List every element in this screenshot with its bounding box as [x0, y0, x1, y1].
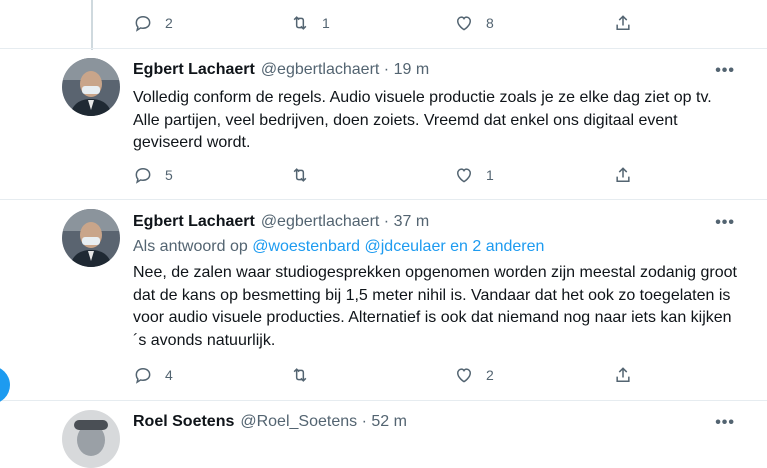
retweet-count: 1 — [322, 15, 330, 31]
heart-icon — [456, 168, 472, 183]
tweet-header: Egbert Lachaert @egbertlachaert · 37 m — [133, 213, 429, 231]
like-count: 1 — [486, 167, 494, 183]
retweet-icon — [293, 168, 307, 182]
more-icon: ••• — [715, 62, 735, 79]
avatar[interactable] — [62, 58, 120, 116]
share-button[interactable] — [613, 365, 633, 385]
others-link[interactable]: en 2 anderen — [450, 238, 544, 255]
reply-icon — [135, 15, 151, 32]
reply-count: 2 — [165, 15, 173, 31]
like-button[interactable]: 8 — [454, 13, 494, 33]
tweet-text: Volledig conform de regels. Audio visuel… — [133, 89, 712, 151]
share-button[interactable] — [613, 165, 633, 185]
tweet-header: Roel Soetens @Roel_Soetens · 52 m — [133, 413, 407, 431]
tweet-text: Nee, de zalen waar studiogesprekken opge… — [133, 264, 737, 349]
more-icon: ••• — [715, 414, 735, 431]
reply-button[interactable]: 5 — [133, 165, 173, 185]
like-count: 8 — [486, 15, 494, 31]
timestamp[interactable]: 37 m — [394, 213, 430, 230]
like-button[interactable]: 1 — [454, 165, 494, 185]
avatar-photo-icon — [62, 58, 120, 116]
handle-text: @egbertlachaert — [260, 213, 380, 230]
like-count: 2 — [486, 367, 494, 383]
avatar-photo-icon — [62, 410, 120, 468]
mention-link[interactable]: @jdceulaer — [365, 238, 446, 255]
divider — [0, 199, 767, 200]
heart-icon — [456, 16, 472, 31]
retweet-button[interactable] — [290, 165, 322, 185]
reply-icon — [135, 167, 151, 184]
avatar-photo-icon — [62, 209, 120, 267]
share-icon — [616, 15, 630, 30]
author-handle[interactable]: @Roel_Soetens · 52 m — [240, 413, 407, 431]
reply-prefix: Als antwoord op — [133, 238, 248, 255]
compose-button[interactable] — [0, 366, 10, 404]
retweet-button[interactable] — [290, 365, 322, 385]
author-handle[interactable]: @egbertlachaert · 19 m — [261, 61, 429, 79]
avatar[interactable] — [62, 410, 120, 468]
author-handle[interactable]: @egbertlachaert · 37 m — [261, 213, 429, 231]
separator: · — [361, 413, 367, 430]
handle-text: @egbertlachaert — [260, 61, 380, 78]
share-button[interactable] — [613, 13, 633, 33]
more-options-button[interactable]: ••• — [715, 414, 735, 432]
author-name[interactable]: Egbert Lachaert — [133, 213, 255, 231]
more-icon: ••• — [715, 214, 735, 231]
share-icon — [616, 367, 630, 382]
reply-button[interactable]: 2 — [133, 13, 173, 33]
mention-link[interactable]: @woestenbard — [252, 238, 360, 255]
timestamp[interactable]: 19 m — [394, 61, 430, 78]
retweet-icon — [293, 368, 307, 382]
reply-context: Als antwoord op @woestenbard @jdceulaer … — [133, 238, 544, 256]
reply-icon — [135, 367, 151, 384]
separator: · — [383, 213, 390, 230]
reply-count: 5 — [165, 167, 173, 183]
timestamp[interactable]: 52 m — [371, 413, 407, 430]
like-button[interactable]: 2 — [454, 365, 494, 385]
author-name[interactable]: Roel Soetens — [133, 413, 234, 431]
heart-icon — [456, 368, 472, 383]
author-name[interactable]: Egbert Lachaert — [133, 61, 255, 79]
retweet-button[interactable]: 1 — [290, 13, 330, 33]
tweet-header: Egbert Lachaert @egbertlachaert · 19 m — [133, 61, 429, 79]
divider — [0, 48, 767, 49]
reply-count: 4 — [165, 367, 173, 383]
reply-button[interactable]: 4 — [133, 365, 173, 385]
more-options-button[interactable]: ••• — [715, 214, 735, 232]
thread-line — [91, 0, 93, 50]
divider — [0, 400, 767, 401]
separator: · — [383, 61, 390, 78]
retweet-icon — [293, 16, 307, 30]
share-icon — [616, 167, 630, 182]
avatar[interactable] — [62, 209, 120, 267]
more-options-button[interactable]: ••• — [715, 62, 735, 80]
handle-text: @Roel_Soetens — [240, 413, 358, 430]
